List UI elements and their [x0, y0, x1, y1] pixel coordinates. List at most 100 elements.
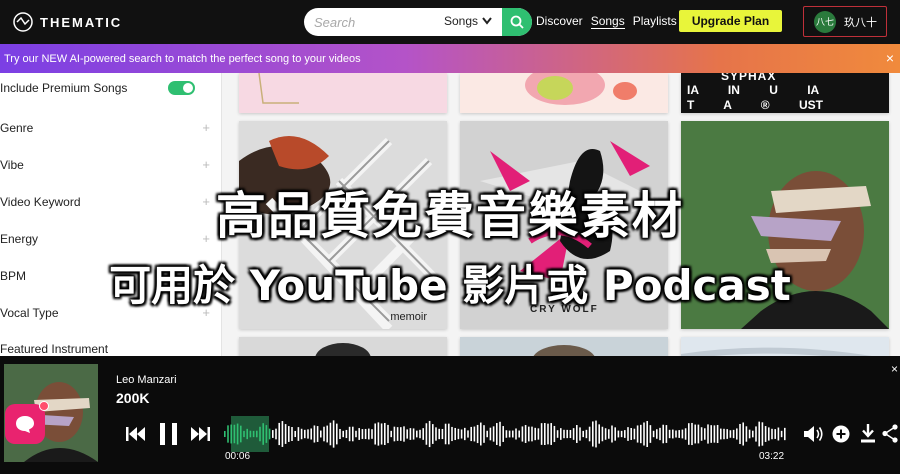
waveform-bar: [550, 423, 552, 445]
search-button[interactable]: [502, 8, 532, 36]
waveform-bar: [304, 429, 306, 439]
user-name: 玖八十: [844, 16, 877, 29]
waveform-bar: [713, 425, 716, 443]
user-menu[interactable]: 八七 玖八十: [803, 6, 887, 37]
pause-icon[interactable]: [158, 422, 180, 446]
filter-featured-instrument[interactable]: Featured Instrument: [0, 342, 210, 356]
upgrade-plan-button[interactable]: Upgrade Plan: [679, 10, 782, 32]
waveform-bar: [620, 430, 623, 438]
waveform-bar: [771, 428, 773, 440]
waveform-bar: [726, 429, 728, 439]
waveform-bar: [256, 430, 258, 438]
expand-plus-icon: +: [202, 157, 210, 172]
waveform-bar: [643, 422, 645, 446]
waveform-bar: [326, 425, 328, 443]
nav-link-discover[interactable]: Discover: [536, 14, 583, 29]
waveform-bar: [588, 426, 591, 442]
track-duration: 03:22: [759, 451, 785, 462]
waveform-bar: [528, 426, 530, 442]
waveform-bar: [422, 428, 424, 440]
waveform-bar: [451, 426, 453, 442]
nav-link-songs[interactable]: Songs: [590, 14, 625, 29]
waveform-bar: [617, 430, 620, 438]
waveform-bar: [300, 428, 303, 440]
song-card[interactable]: [460, 73, 668, 113]
waveform-bar: [316, 426, 319, 442]
filter-genre[interactable]: Genre +: [0, 120, 210, 135]
play-count: 200K: [116, 390, 150, 406]
app-page: THEMATIC Songs Discover Songs Playlists …: [0, 0, 900, 474]
close-player-icon[interactable]: ×: [891, 362, 898, 376]
premium-songs-toggle[interactable]: [168, 81, 195, 95]
waveform-bar: [368, 428, 370, 440]
waveform-scrubber[interactable]: [224, 416, 790, 452]
search-input[interactable]: [304, 8, 434, 36]
waveform-bar: [457, 428, 460, 440]
avatar: 八七: [814, 10, 836, 33]
waveform-bar: [262, 423, 264, 445]
nav-link-playlists[interactable]: Playlists: [633, 14, 677, 29]
logo-mark-icon: [13, 12, 33, 32]
previous-icon[interactable]: [126, 426, 146, 442]
promo-banner[interactable]: Try our NEW AI-powered search to match t…: [0, 44, 900, 73]
waveform-bar: [540, 423, 543, 445]
song-card[interactable]: SYPHAX IA IN U IA T A ® UST: [681, 73, 889, 113]
waveform-bar: [291, 427, 293, 441]
volume-icon[interactable]: [803, 425, 825, 443]
waveform-bar: [342, 430, 344, 438]
search-scope-select[interactable]: Songs: [444, 14, 492, 28]
waveform-bar: [579, 427, 581, 441]
waveform-bar: [310, 428, 312, 440]
next-icon[interactable]: [190, 426, 210, 442]
waveform-bar: [297, 427, 300, 441]
artist-name[interactable]: Leo Manzari: [116, 374, 177, 386]
waveform-bar: [355, 430, 357, 438]
waveform-bar: [313, 425, 316, 443]
waveform-bar: [508, 430, 511, 438]
waveform-bar: [294, 430, 296, 438]
share-icon[interactable]: [882, 424, 898, 443]
download-icon[interactable]: [860, 424, 876, 443]
waveform-bar: [428, 420, 431, 448]
waveform-bar: [281, 421, 284, 447]
song-card[interactable]: [239, 73, 447, 113]
waveform-bar: [544, 423, 546, 445]
close-icon[interactable]: ×: [886, 51, 894, 65]
waveform-bar: [403, 426, 405, 442]
waveform-bar: [572, 428, 575, 440]
waveform-bar: [672, 429, 674, 439]
premium-songs-label: Include Premium Songs: [0, 81, 128, 95]
waveform-bar: [240, 425, 242, 443]
top-navbar: THEMATIC Songs Discover Songs Playlists …: [0, 0, 900, 44]
waveform-bar: [560, 428, 562, 440]
waveform-bar: [236, 423, 239, 445]
song-card[interactable]: [681, 337, 889, 356]
waveform-bar: [553, 425, 556, 443]
waveform-bar: [419, 429, 421, 439]
waveform-bar: [611, 425, 613, 443]
waveform-bar: [438, 428, 440, 440]
song-card[interactable]: [239, 337, 447, 356]
waveform-bar: [252, 430, 255, 438]
filter-vibe[interactable]: Vibe +: [0, 157, 210, 172]
waveform-bar: [569, 429, 572, 439]
waveform-bar: [496, 423, 498, 445]
waveform-bar: [272, 430, 274, 438]
logo[interactable]: THEMATIC: [12, 11, 122, 33]
waveform-bar: [614, 427, 616, 441]
waveform-bar: [748, 429, 751, 439]
waveform-bar: [716, 424, 719, 444]
song-card[interactable]: [460, 337, 668, 356]
waveform-bar: [406, 429, 408, 439]
waveform-bar: [678, 430, 680, 438]
add-icon[interactable]: [832, 425, 850, 443]
waveform-bar: [656, 429, 658, 439]
waveform-bar: [780, 430, 783, 438]
chat-button[interactable]: [5, 404, 45, 444]
waveform-bar: [736, 428, 738, 440]
waveform-bar: [668, 429, 671, 439]
chevron-down-icon: [482, 17, 492, 25]
waveform-bar: [377, 422, 380, 446]
waveform-bar: [268, 428, 271, 440]
waveform-bar: [387, 424, 389, 444]
